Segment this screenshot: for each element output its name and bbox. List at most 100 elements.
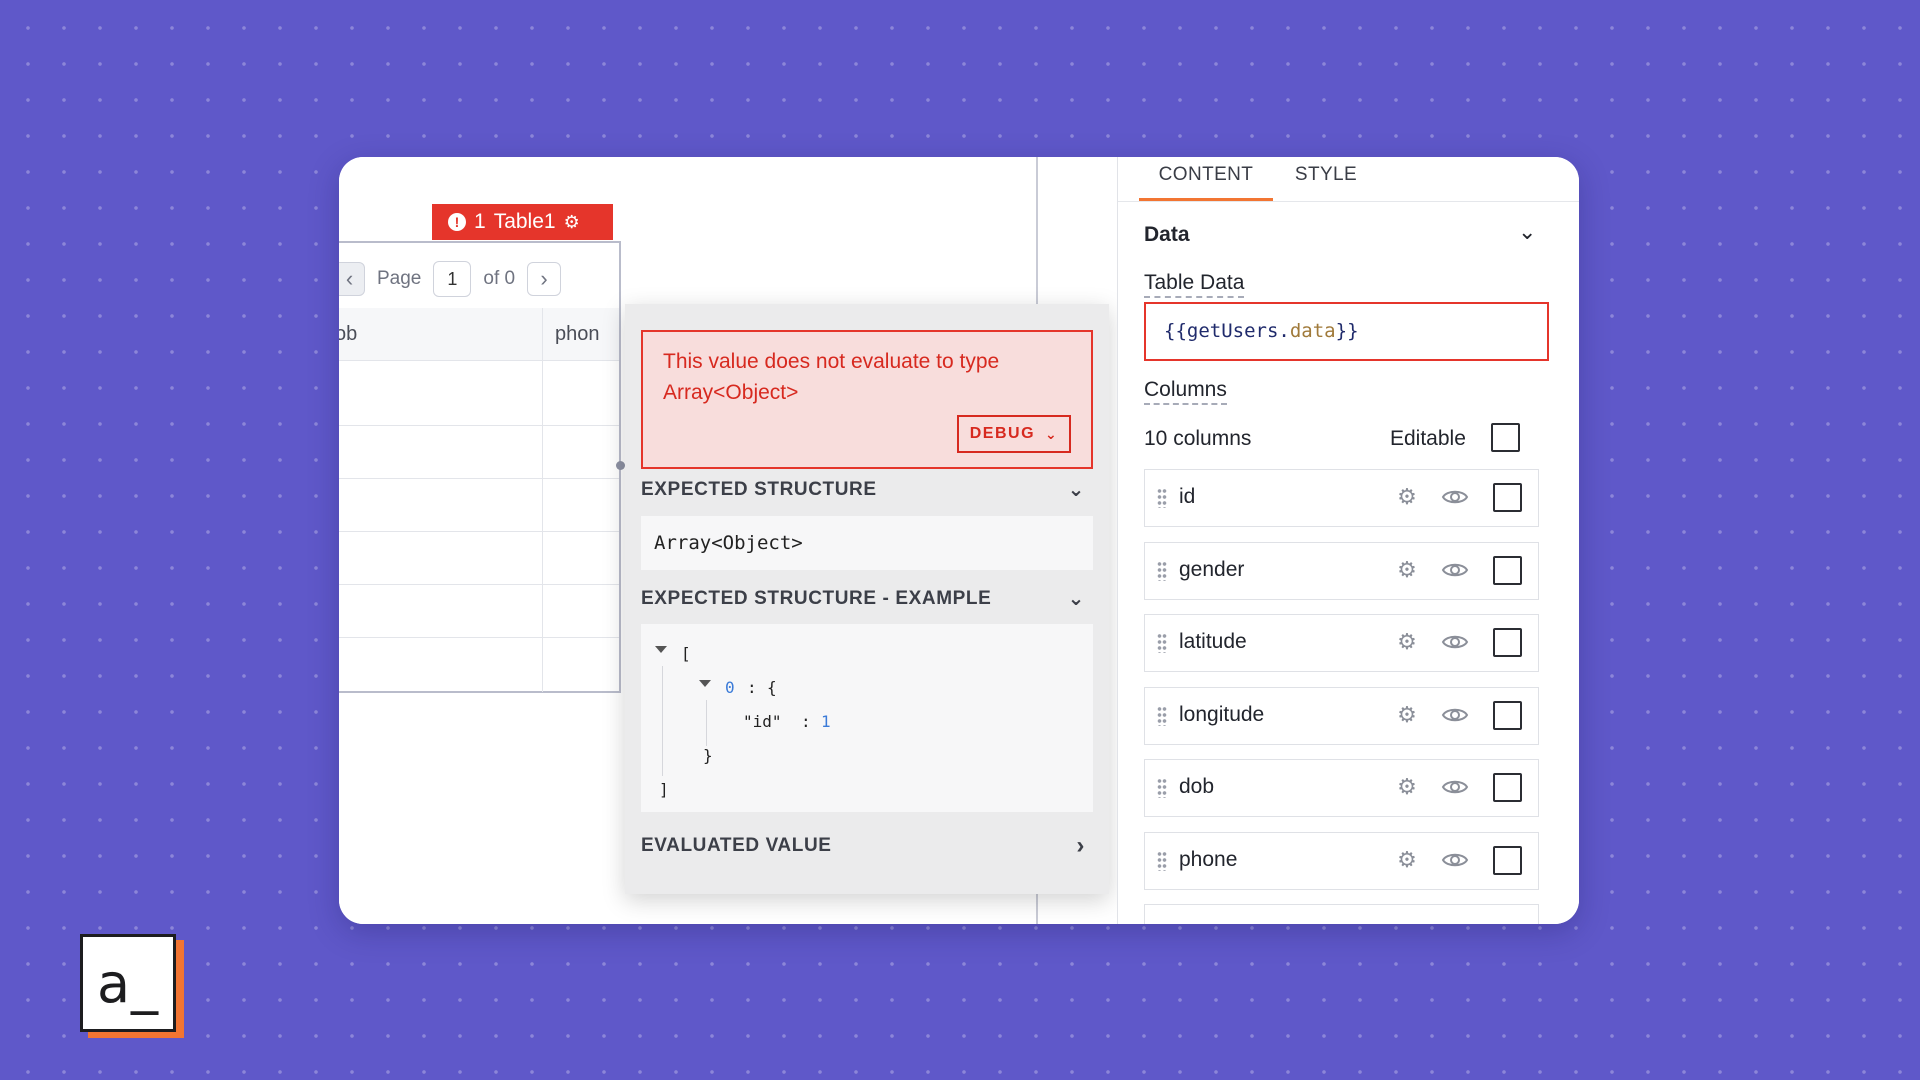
editable-label: Editable [1390, 427, 1466, 450]
columns-label: Columns [1144, 378, 1227, 405]
column-item-id[interactable]: id ⚙ [1144, 469, 1539, 527]
collapse-triangle-icon[interactable] [655, 646, 667, 653]
column-name: latitude [1179, 630, 1247, 653]
binding-close: }} [1335, 320, 1359, 342]
binding-open: {{ [1164, 320, 1187, 342]
column-item-partial[interactable] [1144, 904, 1539, 924]
binding-dot: . [1278, 320, 1290, 342]
gear-icon[interactable]: ⚙ [1395, 702, 1419, 727]
gear-icon[interactable]: ⚙ [564, 204, 580, 240]
expected-structure-value: Array<Object> [641, 516, 1093, 570]
column-item-phone[interactable]: phone ⚙ [1144, 831, 1539, 890]
column-header-dob[interactable]: ob [339, 308, 357, 360]
columns-count: 10 columns [1144, 427, 1252, 450]
property-pane: CONTENT STYLE Data ⌄ Table Data {{getUse… [1118, 157, 1579, 924]
collapse-triangle-icon[interactable] [699, 680, 711, 687]
table-row [339, 584, 619, 585]
gear-icon[interactable]: ⚙ [1395, 630, 1419, 654]
json-indent-guide [662, 666, 663, 776]
eye-icon[interactable] [1441, 703, 1469, 727]
editable-all-checkbox[interactable] [1491, 423, 1520, 452]
evaluated-value-header[interactable]: EVALUATED VALUE › [641, 826, 1101, 866]
json-indent-guide [706, 700, 707, 746]
json-index: 0 [725, 678, 735, 697]
gear-icon[interactable]: ⚙ [1395, 847, 1419, 872]
json-close-brace: } [703, 746, 713, 765]
error-message: This value does not evaluate to type Arr… [663, 350, 1000, 404]
column-editable-checkbox[interactable] [1493, 628, 1522, 657]
evaluated-value-title: EVALUATED VALUE [641, 835, 832, 856]
table-data-label: Table Data [1144, 271, 1245, 298]
chevron-left-icon[interactable]: ‹ [339, 262, 365, 296]
eye-icon[interactable] [1441, 485, 1469, 509]
column-editable-checkbox[interactable] [1493, 845, 1522, 875]
drag-handle-icon[interactable] [1157, 560, 1167, 581]
page-number-input[interactable]: 1 [433, 261, 472, 297]
binding-property: data [1289, 320, 1336, 342]
table-row [339, 478, 619, 479]
table-data-input[interactable]: {{getUsers.data}} [1144, 302, 1549, 361]
column-item-latitude[interactable]: latitude ⚙ [1144, 614, 1539, 672]
eye-icon[interactable] [1441, 558, 1469, 582]
column-name: dob [1179, 775, 1215, 798]
drag-handle-icon[interactable] [1157, 778, 1167, 798]
chevron-down-icon[interactable]: ⌄ [1518, 219, 1536, 245]
drag-handle-icon[interactable] [1157, 850, 1167, 871]
error-icon: ! [448, 213, 466, 231]
drag-handle-icon[interactable] [1157, 705, 1167, 726]
gear-icon[interactable]: ⚙ [1395, 485, 1419, 509]
column-editable-checkbox[interactable] [1493, 483, 1522, 512]
widget-name-tag[interactable]: ! 1 Table1 ⚙ [432, 204, 613, 240]
json-value: 1 [821, 712, 831, 731]
example-title: EXPECTED STRUCTURE - EXAMPLE [641, 588, 992, 609]
gear-icon[interactable]: ⚙ [1395, 557, 1419, 582]
column-name: longitude [1179, 702, 1265, 726]
column-header-phone[interactable]: phon [555, 308, 600, 360]
table-header: ob phon [339, 308, 619, 361]
json-colon: : [747, 678, 757, 697]
column-item-longitude[interactable]: longitude ⚙ [1144, 686, 1539, 745]
tab-style[interactable]: STYLE [1294, 157, 1358, 201]
column-editable-checkbox[interactable] [1493, 700, 1522, 730]
resize-handle[interactable] [616, 461, 625, 470]
table-row [339, 425, 619, 426]
chevron-right-icon[interactable]: › [527, 262, 562, 296]
chevron-down-icon: ⌄ [1045, 425, 1059, 442]
section-title: Data [1144, 223, 1190, 246]
tab-content[interactable]: CONTENT [1139, 157, 1273, 201]
gear-icon[interactable]: ⚙ [1395, 775, 1419, 799]
expected-structure-example-header[interactable]: EXPECTED STRUCTURE - EXAMPLE ⌄ [641, 579, 1101, 619]
pane-tabs: CONTENT STYLE [1118, 157, 1579, 202]
drag-handle-icon[interactable] [1157, 633, 1167, 653]
debug-button[interactable]: DEBUG ⌄ [957, 415, 1071, 453]
column-name: gender [1179, 557, 1245, 581]
column-name: id [1179, 485, 1196, 508]
table-pagination: ‹ Page 1 of 0 › [339, 261, 562, 297]
expected-structure-header[interactable]: EXPECTED STRUCTURE ⌄ [641, 470, 1101, 510]
json-close-bracket: ] [659, 780, 669, 799]
json-open-bracket: [ [681, 644, 691, 663]
canvas: ! 1 Table1 ⚙ ‹ Page 1 of 0 › ob phon Thi… [339, 157, 1117, 924]
column-editable-checkbox[interactable] [1493, 773, 1522, 802]
table-widget[interactable]: ‹ Page 1 of 0 › ob phon [339, 241, 621, 693]
expected-structure-title: EXPECTED STRUCTURE [641, 479, 877, 500]
chevron-down-icon: ⌄ [1067, 588, 1085, 610]
example-json-viewer: [ 0 : { "id" : 1 } ] [641, 624, 1093, 812]
column-item-gender[interactable]: gender ⚙ [1144, 541, 1539, 600]
page-label: Page [377, 268, 422, 289]
debug-label: DEBUG [969, 425, 1036, 442]
column-divider [542, 308, 543, 692]
column-item-dob[interactable]: dob ⚙ [1144, 759, 1539, 817]
chevron-down-icon: ⌄ [1067, 479, 1085, 501]
appsmith-logo: a_ [80, 934, 176, 1032]
evaluated-value-popover: This value does not evaluate to type Arr… [625, 304, 1109, 894]
column-name: phone [1179, 847, 1238, 871]
table-row [339, 637, 619, 638]
drag-handle-icon[interactable] [1157, 488, 1167, 508]
eye-icon[interactable] [1441, 775, 1469, 799]
eye-icon[interactable] [1441, 630, 1469, 654]
eye-icon[interactable] [1441, 848, 1469, 872]
column-editable-checkbox[interactable] [1493, 555, 1522, 585]
error-message-box: This value does not evaluate to type Arr… [641, 330, 1093, 469]
editor-card: ! 1 Table1 ⚙ ‹ Page 1 of 0 › ob phon Thi… [339, 157, 1579, 924]
